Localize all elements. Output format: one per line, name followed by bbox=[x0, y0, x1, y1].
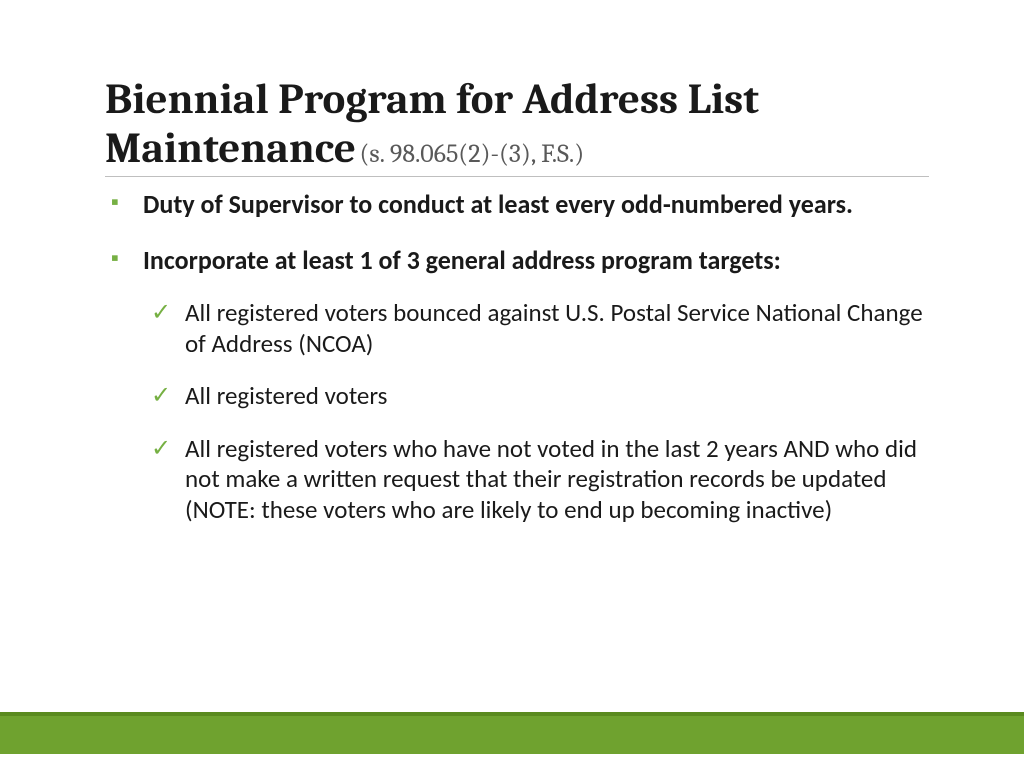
slide-subtitle: (s. 98.065(2)-(3), F.S.) bbox=[359, 139, 584, 169]
sub-bullet-list: All registered voters bounced against U.… bbox=[143, 298, 929, 525]
sub-bullet-text: All registered voters bbox=[185, 380, 387, 411]
content-body: Duty of Supervisor to conduct at least e… bbox=[105, 189, 929, 525]
sub-bullet-text: All registered voters who have not voted… bbox=[185, 433, 917, 525]
bullet-list: Duty of Supervisor to conduct at least e… bbox=[105, 189, 929, 525]
list-item: All registered voters bounced against U.… bbox=[143, 298, 929, 359]
title-block: Biennial Program for Address List Mainte… bbox=[105, 75, 929, 177]
list-item: Incorporate at least 1 of 3 general addr… bbox=[105, 245, 929, 526]
footer-accent-bar bbox=[0, 712, 1024, 754]
slide: Biennial Program for Address List Mainte… bbox=[0, 0, 1024, 768]
list-item: All registered voters bbox=[143, 381, 929, 412]
bullet-text: Duty of Supervisor to conduct at least e… bbox=[143, 188, 853, 220]
bullet-text: Incorporate at least 1 of 3 general addr… bbox=[143, 244, 781, 276]
sub-bullet-text: All registered voters bounced against U.… bbox=[185, 297, 923, 359]
list-item: Duty of Supervisor to conduct at least e… bbox=[105, 189, 929, 221]
list-item: All registered voters who have not voted… bbox=[143, 434, 929, 526]
